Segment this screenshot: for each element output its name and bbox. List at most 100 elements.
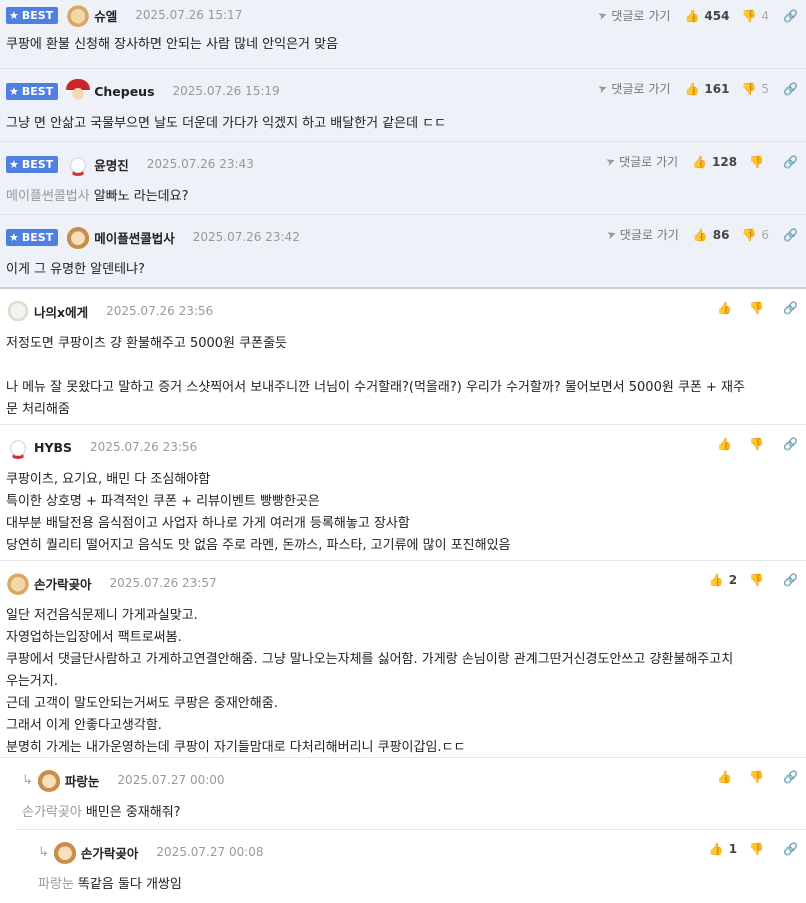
avatar[interactable] — [66, 225, 91, 249]
reply-arrow-icon: ↳ — [22, 772, 33, 788]
upvote-button[interactable]: 👍 128 — [692, 155, 737, 169]
thumb-down-icon: 👎 — [749, 154, 765, 169]
link-icon[interactable]: 🔗 — [783, 9, 798, 23]
avatar[interactable] — [6, 435, 30, 459]
upvote-button[interactable]: 👍 454 — [684, 9, 729, 23]
goto-comment-link[interactable]: ➤ 댓글로 가기 — [596, 80, 670, 97]
best-comment: ★ BEST 슈엘 2025.07.26 15:17 ➤ 댓글로 가기 👍 454 👎… — [0, 0, 806, 69]
link-icon[interactable]: 🔗 — [783, 770, 798, 784]
comment-text: 파랑눈 똑같음 둘다 개쌍임 — [38, 877, 182, 892]
nickname[interactable]: 슈엘 — [94, 6, 117, 25]
link-icon[interactable]: 🔗 — [783, 301, 798, 315]
downvote-button[interactable]: 👎 6 — [741, 228, 769, 242]
nickname[interactable]: 파랑눈 — [65, 771, 100, 790]
nickname[interactable]: 메이플썬콜법사 — [94, 228, 175, 247]
upvote-button[interactable]: 👍 2 — [709, 573, 737, 587]
downvote-button[interactable]: 👎 — [749, 573, 769, 587]
nickname[interactable]: 손가락곶아 — [34, 574, 92, 593]
thumb-up-icon: 👍 — [692, 154, 708, 169]
goto-comment-link[interactable]: ➤ 댓글로 가기 — [605, 226, 679, 243]
comment-text: 그냥 면 안삶고 국물부으면 날도 더운데 가다가 익겠지 하고 배달한거 같은… — [6, 116, 447, 131]
avatar[interactable] — [66, 3, 91, 27]
nickname[interactable]: 손가락곶아 — [81, 843, 139, 862]
thumb-up-icon: 👍 — [684, 8, 700, 23]
comment-actions: 👍 👎 🔗 — [717, 437, 798, 451]
downvote-count: 6 — [761, 227, 770, 242]
comment-actions: ➤ 댓글로 가기 👍 161 👎 5 🔗 — [596, 80, 798, 97]
upvote-button[interactable]: 👍 161 — [684, 82, 729, 96]
upvote-button[interactable]: 👍 — [717, 301, 737, 315]
downvote-button[interactable]: 👎 — [749, 301, 769, 315]
upvote-button[interactable]: 👍 — [717, 437, 737, 451]
thumb-down-icon: 👎 — [741, 8, 757, 23]
comment-date: 2025.07.26 15:19 — [172, 84, 280, 98]
avatar[interactable] — [66, 152, 91, 176]
nickname[interactable]: Chepeus — [94, 84, 154, 99]
comment-date: 2025.07.26 23:43 — [146, 157, 254, 171]
downvote-count: 5 — [761, 81, 770, 96]
avatar[interactable] — [6, 299, 30, 323]
comment: 나의x에게 2025.07.26 23:56 👍 👎 🔗 저정도면 쿠팡이츠 걍… — [0, 289, 806, 425]
comment-text: 일단 저건음식문제니 가게과실맞고. 자영업하는입장에서 팩트로써봄. 쿠팡에서… — [6, 608, 734, 755]
nickname[interactable]: 나의x에게 — [34, 302, 88, 321]
upvote-button[interactable]: 👍 — [717, 770, 737, 784]
comment: 손가락곶아 2025.07.26 23:57 👍 2 👎 🔗 일단 저건음식문제니… — [0, 561, 806, 758]
thumb-down-icon: 👎 — [741, 227, 757, 242]
link-icon[interactable]: 🔗 — [783, 842, 798, 856]
reply-arrow-icon: ↳ — [38, 844, 49, 860]
thumb-up-icon: 👍 — [717, 437, 733, 451]
nickname[interactable]: HYBS — [34, 440, 72, 455]
thumb-up-icon: 👍 — [717, 301, 733, 315]
avatar[interactable] — [66, 79, 91, 103]
upvote-button[interactable]: 👍 86 — [693, 228, 730, 242]
avatar[interactable] — [52, 840, 77, 864]
thumb-down-icon: 👎 — [749, 842, 765, 856]
avatar[interactable] — [6, 571, 30, 595]
upvote-button[interactable]: 👍 1 — [709, 842, 737, 856]
send-arrow-icon: ➤ — [596, 80, 610, 97]
downvote-button[interactable]: 👎 — [749, 437, 769, 451]
mention[interactable]: 메이플썬콜법사 — [6, 189, 90, 204]
comment-date: 2025.07.26 23:42 — [192, 230, 300, 244]
star-icon: ★ — [9, 230, 19, 244]
send-arrow-icon: ➤ — [603, 153, 618, 170]
goto-comment-link[interactable]: ➤ 댓글로 가기 — [596, 7, 670, 24]
comment-actions: 👍 👎 🔗 — [717, 770, 798, 784]
best-comment: ★ BEST 윤명진 2025.07.26 23:43 ➤ 댓글로 가기 👍 128 … — [0, 142, 806, 215]
nickname[interactable]: 윤명진 — [94, 155, 129, 174]
link-icon[interactable]: 🔗 — [783, 573, 798, 587]
mention[interactable]: 파랑눈 — [38, 877, 74, 892]
comment-actions: 👍 1 👎 🔗 — [709, 842, 798, 856]
reply-comment: ↳ 파랑눈 2025.07.27 00:00 👍 👎 🔗 손가락곶아 배민은 중재… — [16, 758, 806, 830]
downvote-count: 4 — [761, 8, 770, 23]
best-badge: ★ BEST — [6, 82, 59, 100]
comment-date: 2025.07.27 00:00 — [117, 773, 225, 787]
upvote-count: 86 — [712, 227, 730, 242]
best-comment: ★ BEST Chepeus 2025.07.26 15:19 ➤ 댓글로 가기 👍… — [0, 69, 806, 142]
downvote-button[interactable]: 👎 5 — [741, 82, 769, 96]
mention[interactable]: 손가락곶아 — [22, 805, 82, 820]
link-icon[interactable]: 🔗 — [783, 155, 798, 169]
comment-text: 쿠팡에 환불 신청해 장사하면 안되는 사람 많네 안익은거 맞음 — [6, 37, 339, 52]
upvote-count: 1 — [728, 842, 738, 856]
reply-comment: ↳ 손가락곶아 2025.07.27 00:08 👍 1 👎 🔗 파랑눈 똑같음 둘… — [32, 830, 806, 902]
link-icon[interactable]: 🔗 — [783, 228, 798, 242]
thumb-up-icon: 👍 — [708, 842, 724, 856]
comment-text: 손가락곶아 배민은 중재해줘? — [22, 805, 181, 820]
downvote-button[interactable]: 👎 4 — [741, 9, 769, 23]
link-icon[interactable]: 🔗 — [783, 437, 798, 451]
avatar[interactable] — [36, 768, 61, 792]
comment-actions: ➤ 댓글로 가기 👍 454 👎 4 🔗 — [596, 7, 798, 24]
goto-comment-link[interactable]: ➤ 댓글로 가기 — [603, 153, 678, 170]
downvote-button[interactable]: 👎 — [749, 842, 769, 856]
comment-text: 저정도면 쿠팡이츠 걍 환불해주고 5000원 쿠폰줄듯 나 메뉴 잘 못왔다고… — [6, 336, 745, 417]
thumb-up-icon: 👍 — [717, 770, 733, 784]
comment-text: 이게 그 유명한 알덴테냐? — [6, 262, 145, 277]
comment-actions: 👍 2 👎 🔗 — [709, 573, 798, 587]
comment: HYBS 2025.07.26 23:56 👍 👎 🔗 쿠팡이츠, 요기요, 배… — [0, 425, 806, 561]
comment-actions: ➤ 댓글로 가기 👍 128 👎 🔗 — [603, 153, 798, 170]
link-icon[interactable]: 🔗 — [783, 82, 798, 96]
downvote-button[interactable]: 👎 — [749, 770, 769, 784]
downvote-button[interactable]: 👎 — [749, 155, 769, 169]
comment-date: 2025.07.26 15:17 — [135, 8, 243, 22]
